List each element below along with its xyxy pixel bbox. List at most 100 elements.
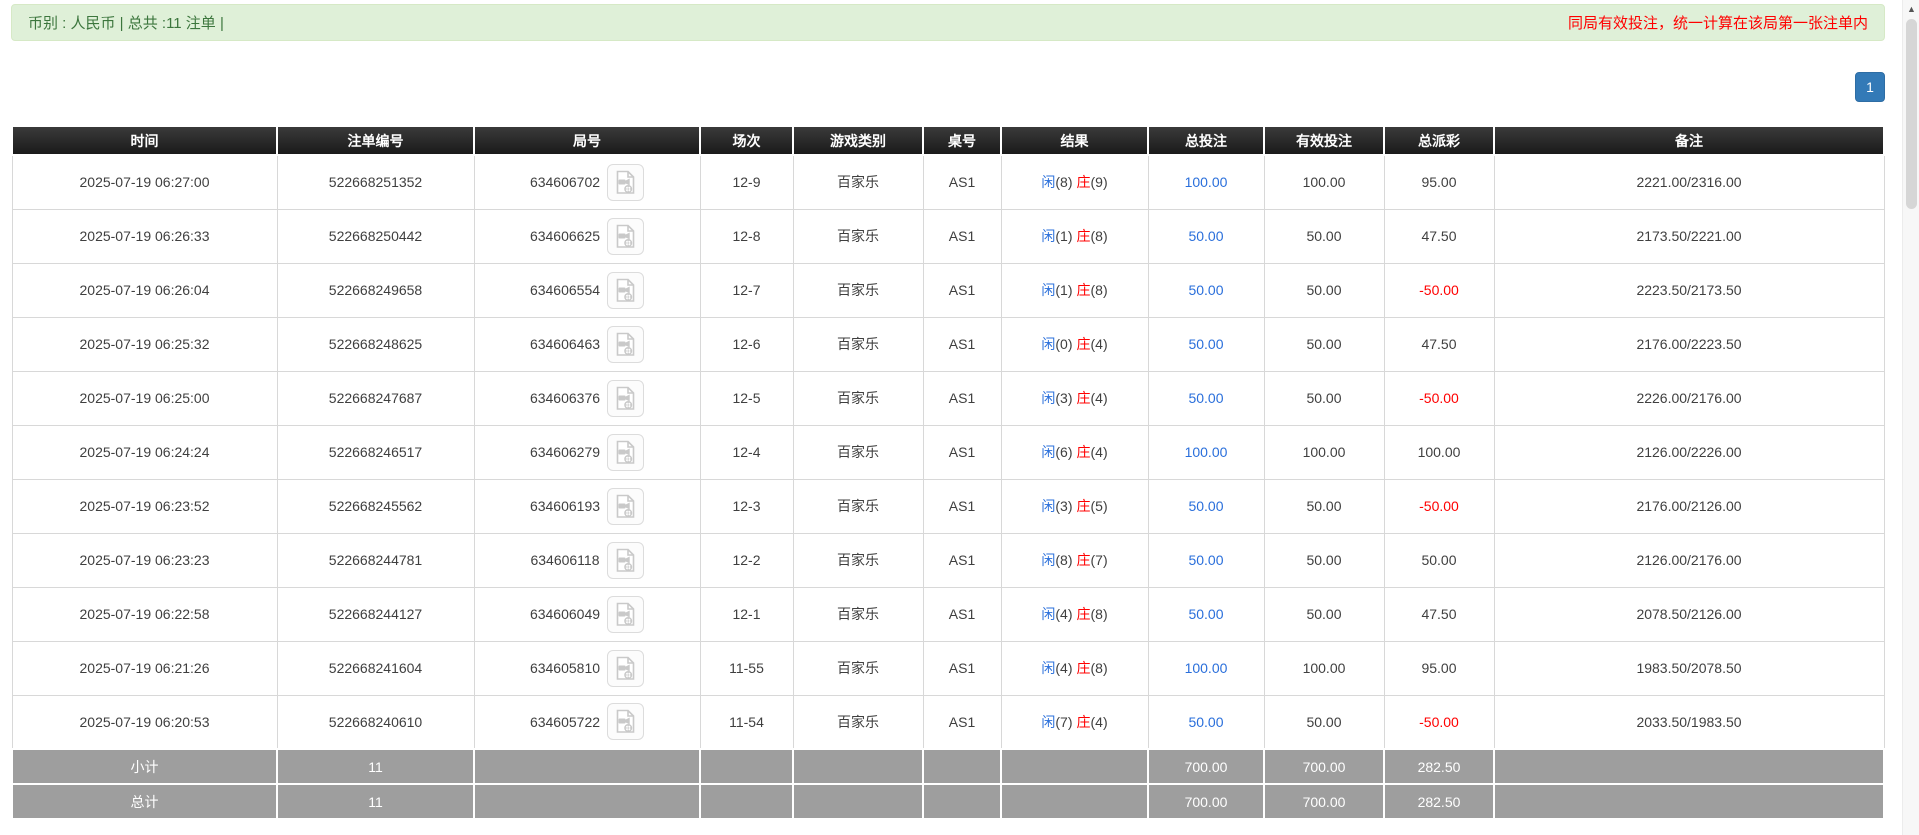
result-cell: 闲(7) 庄(4) xyxy=(1000,694,1149,750)
remark-cell: 2126.00/2226.00 xyxy=(1493,424,1885,480)
col-header-valid-bet: 有效投注 xyxy=(1263,125,1385,156)
session-cell: 11-54 xyxy=(699,694,794,750)
session-cell: 12-1 xyxy=(699,586,794,642)
total-bet-link[interactable]: 50.00 xyxy=(1188,282,1223,298)
video-replay-button[interactable] xyxy=(607,325,645,363)
result-player-label: 闲 xyxy=(1041,228,1056,244)
table-footer: 小计 11 700.00 700.00 282.50 总计 11 700.00 … xyxy=(11,748,1885,820)
video-replay-button[interactable] xyxy=(607,379,645,417)
time-cell: 2025-07-19 06:26:33 xyxy=(11,208,278,264)
bet-id-cell: 522668246517 xyxy=(276,424,475,480)
round-id-text: 634606279 xyxy=(529,444,601,460)
bet-id-cell: 522668240610 xyxy=(276,694,475,750)
video-replay-button[interactable] xyxy=(607,487,645,525)
time-cell: 2025-07-19 06:25:00 xyxy=(11,370,278,426)
result-player-label: 闲 xyxy=(1041,336,1056,352)
bet-records-table: 时间 注单编号 局号 场次 游戏类别 桌号 结果 总投注 有效投注 总派彩 备注… xyxy=(11,125,1885,820)
page-1-button[interactable]: 1 xyxy=(1855,72,1885,102)
game-type-cell: 百家乐 xyxy=(792,586,924,642)
total-bet-link[interactable]: 50.00 xyxy=(1188,552,1223,568)
video-replay-button[interactable] xyxy=(607,649,645,687)
total-bet-link[interactable]: 50.00 xyxy=(1188,714,1223,730)
total-bet-link[interactable]: 50.00 xyxy=(1188,336,1223,352)
time-cell: 2025-07-19 06:23:52 xyxy=(11,478,278,534)
payout-cell: 47.50 xyxy=(1383,208,1495,264)
col-header-bet-id: 注单编号 xyxy=(276,125,475,156)
valid-bet-cell: 50.00 xyxy=(1263,694,1385,750)
result-banker-label: 庄 xyxy=(1076,660,1091,676)
bet-id-cell: 522668245562 xyxy=(276,478,475,534)
valid-bet-cell: 100.00 xyxy=(1263,640,1385,696)
total-bet-cell: 50.00 xyxy=(1147,262,1265,318)
table-no-cell: AS1 xyxy=(922,262,1002,318)
payout-cell: -50.00 xyxy=(1383,370,1495,426)
video-file-icon xyxy=(616,494,635,518)
round-id-cell: 634605810 xyxy=(473,640,701,696)
game-type-cell: 百家乐 xyxy=(792,370,924,426)
result-banker-label: 庄 xyxy=(1076,336,1091,352)
scrollbar-thumb[interactable] xyxy=(1905,19,1917,209)
result-player-score: (7) xyxy=(1055,713,1073,730)
total-bet-link[interactable]: 100.00 xyxy=(1185,174,1228,190)
game-type-cell: 百家乐 xyxy=(792,694,924,750)
table-no-cell: AS1 xyxy=(922,532,1002,588)
scrollbar[interactable]: ▲ xyxy=(1902,0,1919,835)
total-bet-link[interactable]: 50.00 xyxy=(1188,228,1223,244)
valid-bet-cell: 100.00 xyxy=(1263,424,1385,480)
result-player-score: (1) xyxy=(1055,282,1073,298)
video-replay-button[interactable] xyxy=(607,163,645,201)
valid-bet-cell: 50.00 xyxy=(1263,370,1385,426)
result-banker-label: 庄 xyxy=(1076,713,1091,730)
total-bet-link[interactable]: 50.00 xyxy=(1188,390,1223,406)
video-replay-button[interactable] xyxy=(606,541,644,579)
table-no-cell: AS1 xyxy=(922,208,1002,264)
summary-bar: 币别 : 人民币 | 总共 :11 注单 | 同局有效投注，统一计算在该局第一张… xyxy=(11,4,1885,41)
payout-cell: 47.50 xyxy=(1383,586,1495,642)
session-cell: 12-4 xyxy=(699,424,794,480)
session-cell: 12-7 xyxy=(699,262,794,318)
remark-cell: 2078.50/2126.00 xyxy=(1493,586,1885,642)
total-bet-link[interactable]: 50.00 xyxy=(1188,498,1223,514)
valid-bet-cell: 100.00 xyxy=(1263,154,1385,210)
remark-cell: 2226.00/2176.00 xyxy=(1493,370,1885,426)
col-header-remark: 备注 xyxy=(1493,125,1885,156)
result-player-score: (4) xyxy=(1055,606,1073,622)
table-row: 2025-07-19 06:27:00 522668251352 6346067… xyxy=(11,154,1885,210)
game-type-cell: 百家乐 xyxy=(792,478,924,534)
time-cell: 2025-07-19 06:21:26 xyxy=(11,640,278,696)
result-player-score: (1) xyxy=(1055,228,1073,244)
valid-bet-cell: 50.00 xyxy=(1263,262,1385,318)
game-type-cell: 百家乐 xyxy=(792,640,924,696)
payout-cell: -50.00 xyxy=(1383,478,1495,534)
video-replay-button[interactable] xyxy=(607,595,645,633)
result-player-label: 闲 xyxy=(1041,390,1056,406)
col-header-result: 结果 xyxy=(1000,125,1149,156)
video-replay-button[interactable] xyxy=(607,271,645,309)
total-bet-link[interactable]: 100.00 xyxy=(1185,444,1228,460)
video-file-icon xyxy=(616,602,635,626)
table-row: 2025-07-19 06:23:52 522668245562 6346061… xyxy=(11,478,1885,534)
result-cell: 闲(8) 庄(7) xyxy=(1000,532,1149,588)
total-bet-link[interactable]: 50.00 xyxy=(1188,606,1223,622)
scroll-up-button[interactable]: ▲ xyxy=(1903,0,1919,17)
video-replay-button[interactable] xyxy=(607,703,645,741)
result-banker-label: 庄 xyxy=(1076,552,1091,568)
remark-cell: 1983.50/2078.50 xyxy=(1493,640,1885,696)
round-id-text: 634606118 xyxy=(530,552,600,568)
bet-id-cell: 522668249658 xyxy=(276,262,475,318)
total-bet-cell: 50.00 xyxy=(1147,316,1265,372)
video-replay-button[interactable] xyxy=(607,433,645,471)
time-cell: 2025-07-19 06:20:53 xyxy=(11,694,278,750)
result-player-label: 闲 xyxy=(1041,606,1056,622)
total-bet-link[interactable]: 100.00 xyxy=(1185,660,1228,676)
pagination: 1 xyxy=(11,72,1885,102)
video-file-icon xyxy=(616,170,635,194)
result-player-score: (3) xyxy=(1055,498,1073,514)
round-id-text: 634606625 xyxy=(529,228,601,244)
result-banker-label: 庄 xyxy=(1076,498,1091,514)
total-payout: 282.50 xyxy=(1383,783,1495,820)
game-type-cell: 百家乐 xyxy=(792,208,924,264)
session-cell: 12-6 xyxy=(699,316,794,372)
video-replay-button[interactable] xyxy=(607,217,645,255)
subtotal-valid-bet: 700.00 xyxy=(1263,748,1385,785)
